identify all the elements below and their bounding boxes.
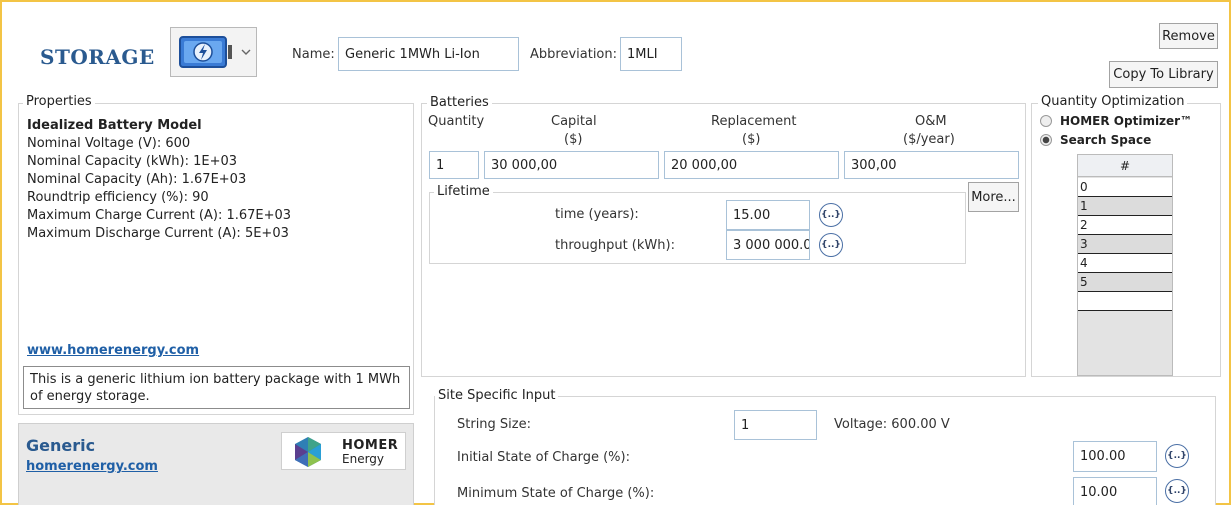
storage-panel: STORAGE Name: Generic 1MWh Li-Ion Abbrev… <box>0 0 1231 505</box>
string-size-input[interactable]: 1 <box>734 410 817 440</box>
capital-input[interactable]: 30 000,00 <box>484 151 659 179</box>
search-space-label: Search Space <box>1060 133 1152 147</box>
grid-cell[interactable]: 5 <box>1078 273 1172 292</box>
name-input[interactable]: Generic 1MWh Li-Ion <box>338 37 519 71</box>
property-line: Maximum Charge Current (A): 1.67E+03 <box>27 208 292 223</box>
om-input[interactable]: 300,00 <box>844 151 1019 179</box>
capital-header: Capital <box>551 114 597 129</box>
sensitivity-icon[interactable]: {..} <box>819 203 843 227</box>
string-size-label: String Size: <box>457 417 531 432</box>
om-unit: ($/year) <box>903 132 955 147</box>
search-space-grid[interactable]: # 0 1 2 3 4 5 <box>1077 154 1173 376</box>
search-space-radio[interactable]: Search Space <box>1040 133 1151 147</box>
homer-optimizer-label: HOMER Optimizer™ <box>1060 114 1193 128</box>
logo-text-bottom: Energy <box>342 452 385 466</box>
radio-icon <box>1040 115 1052 127</box>
quantity-optimization-title: Quantity Optimization <box>1038 94 1188 109</box>
initial-soc-input[interactable]: 100.00 <box>1073 441 1157 472</box>
site-specific-title: Site Specific Input <box>435 388 559 403</box>
property-line: Roundtrip efficiency (%): 90 <box>27 190 209 205</box>
min-soc-label: Minimum State of Charge (%): <box>457 486 655 501</box>
replacement-unit: ($) <box>742 132 761 147</box>
voltage-readout: Voltage: 600.00 V <box>834 417 950 432</box>
property-line: Nominal Voltage (V): 600 <box>27 136 191 151</box>
chevron-down-icon <box>241 45 251 60</box>
manufacturer-name: Generic <box>26 436 96 455</box>
quantity-header: Quantity <box>428 114 485 129</box>
abbreviation-input[interactable]: 1MLI <box>620 37 682 71</box>
homer-website-link[interactable]: www.homerenergy.com <box>27 343 199 358</box>
property-line: Nominal Capacity (kWh): 1E+03 <box>27 154 238 169</box>
copy-to-library-button[interactable]: Copy To Library <box>1109 61 1218 88</box>
capital-unit: ($) <box>564 132 583 147</box>
property-line: Maximum Discharge Current (A): 5E+03 <box>27 226 289 241</box>
batteries-group-title: Batteries <box>427 95 492 110</box>
throughput-input[interactable]: 3 000 000.0 <box>726 230 810 260</box>
abbreviation-label: Abbreviation: <box>530 47 618 62</box>
name-label: Name: <box>292 47 335 62</box>
homer-logo-icon <box>292 436 324 472</box>
manufacturer-link[interactable]: homerenergy.com <box>26 459 158 474</box>
min-soc-input[interactable]: 10.00 <box>1073 477 1157 505</box>
battery-icon <box>179 35 237 73</box>
quantity-input[interactable]: 1 <box>429 151 479 179</box>
grid-cell[interactable]: 0 <box>1078 178 1172 197</box>
sensitivity-icon[interactable]: {..} <box>1165 479 1189 503</box>
component-type-dropdown[interactable] <box>170 27 257 77</box>
page-title: STORAGE <box>40 45 155 69</box>
grid-cell[interactable]: 4 <box>1078 254 1172 273</box>
sensitivity-icon[interactable]: {..} <box>1165 444 1189 468</box>
grid-header: # <box>1078 155 1172 177</box>
manufacturer-logo: HOMER Energy <box>281 432 406 470</box>
grid-cell[interactable]: 1 <box>1078 197 1172 216</box>
replacement-header: Replacement <box>711 114 797 129</box>
more-button[interactable]: More... <box>968 182 1019 212</box>
replacement-input[interactable]: 20 000,00 <box>664 151 839 179</box>
sensitivity-icon[interactable]: {..} <box>819 233 843 257</box>
time-label: time (years): <box>555 207 639 222</box>
battery-model-name: Idealized Battery Model <box>27 118 202 133</box>
homer-optimizer-radio[interactable]: HOMER Optimizer™ <box>1040 114 1192 128</box>
logo-text-top: HOMER <box>342 438 399 453</box>
om-header: O&M <box>915 114 947 129</box>
throughput-label: throughput (kWh): <box>555 238 675 253</box>
radio-selected-icon <box>1040 134 1052 146</box>
lifetime-group-title: Lifetime <box>434 184 493 199</box>
initial-soc-label: Initial State of Charge (%): <box>457 450 630 465</box>
property-line: Nominal Capacity (Ah): 1.67E+03 <box>27 172 247 187</box>
time-input[interactable]: 15.00 <box>726 200 810 230</box>
grid-cell-empty[interactable] <box>1078 292 1172 311</box>
remove-button[interactable]: Remove <box>1159 23 1218 49</box>
grid-cell[interactable]: 2 <box>1078 216 1172 235</box>
grid-cell[interactable]: 3 <box>1078 235 1172 254</box>
lifetime-group <box>429 192 966 264</box>
properties-group-title: Properties <box>23 94 95 109</box>
description-box: This is a generic lithium ion battery pa… <box>23 366 410 409</box>
